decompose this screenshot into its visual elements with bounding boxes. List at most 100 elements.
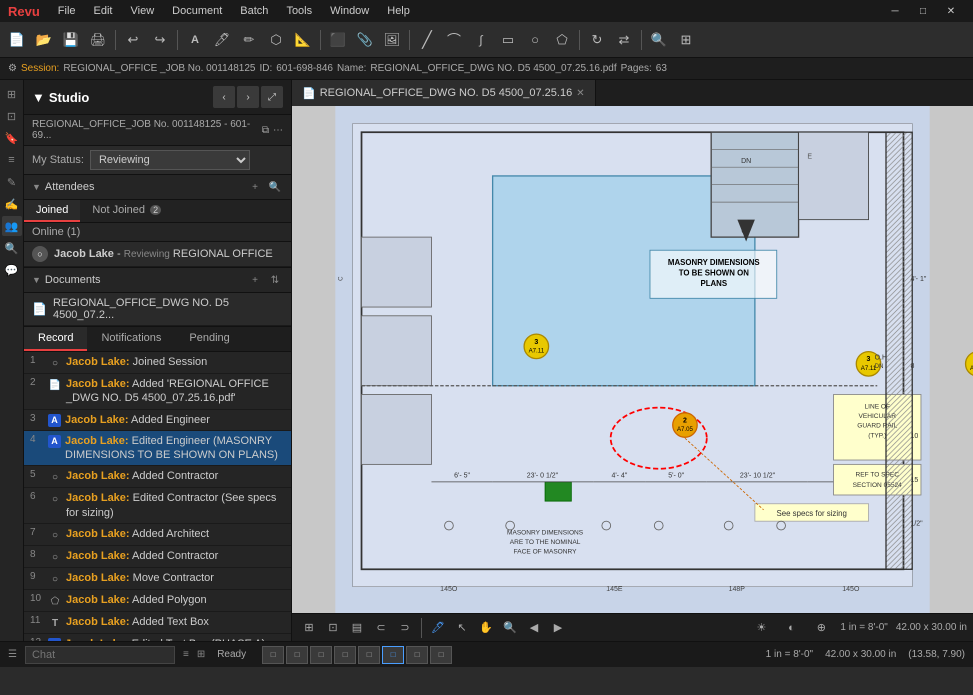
select-tool-btn[interactable]: ↖ <box>451 617 473 639</box>
sidebar-icon-markups[interactable]: ✎ <box>2 172 22 192</box>
close-button[interactable]: ✕ <box>937 0 965 22</box>
chat-filter-icon[interactable]: ⊞ <box>197 649 205 660</box>
attendees-collapse-icon[interactable]: ▼ <box>32 182 41 192</box>
record-item-9[interactable]: 9 ○ Jacob Lake: Move Contractor <box>24 568 291 590</box>
tab-joined[interactable]: Joined <box>24 200 80 222</box>
thumbnail-btn-8[interactable]: □ <box>430 646 452 664</box>
tab-not-joined[interactable]: Not Joined 2 <box>80 200 173 222</box>
record-item-3[interactable]: 3 A Jacob Lake: Added Engineer <box>24 410 291 431</box>
record-tab-record[interactable]: Record <box>24 327 87 351</box>
status-select[interactable]: Reviewing Approved In Progress Complete <box>90 150 250 170</box>
thumbnail-btn-4[interactable]: □ <box>334 646 356 664</box>
menu-help[interactable]: Help <box>379 3 418 19</box>
thumbnail-btn-2[interactable]: □ <box>286 646 308 664</box>
page-nav-prev-spread[interactable]: ⊂ <box>370 617 392 639</box>
undo-button[interactable]: ↩ <box>120 27 146 53</box>
shape-tool[interactable]: ⬡ <box>263 27 289 53</box>
rotate-tool[interactable]: ↻ <box>584 27 610 53</box>
documents-sort-icon[interactable]: ⇅ <box>267 272 283 288</box>
documents-add-icon[interactable]: + <box>247 272 263 288</box>
menu-edit[interactable]: Edit <box>86 3 121 19</box>
record-item-2[interactable]: 2 📄 Jacob Lake: Added 'REGIONAL OFFICE _… <box>24 374 291 410</box>
zoom-tool[interactable]: 🔍 <box>646 27 672 53</box>
page-nav-grid[interactable]: ⊡ <box>322 617 344 639</box>
maximize-button[interactable]: □ <box>909 0 937 22</box>
sidebar-icon-layers[interactable]: ≡ <box>2 150 22 170</box>
record-item-8[interactable]: 8 ○ Jacob Lake: Added Contractor <box>24 546 291 568</box>
record-item-10[interactable]: 10 ⬠ Jacob Lake: Added Polygon <box>24 590 291 612</box>
thumbnail-btn-5[interactable]: □ <box>358 646 380 664</box>
menu-file[interactable]: File <box>50 3 84 19</box>
highlight-tool[interactable]: 🖊 <box>209 27 235 53</box>
new-button[interactable]: 📄 <box>4 27 30 53</box>
sidebar-icon-studio[interactable]: 👥 <box>2 216 22 236</box>
print-button[interactable]: 🖨 <box>85 27 111 53</box>
sidebar-icon-thumbnails[interactable]: ⊡ <box>2 106 22 126</box>
drawing-tab-active[interactable]: 📄 REGIONAL_OFFICE_DWG NO. D5 4500_07.25.… <box>292 80 596 106</box>
sidebar-icon-properties[interactable]: ⊞ <box>2 84 22 104</box>
record-item-4[interactable]: 4 A Jacob Lake: Edited Engineer (MASONRY… <box>24 431 291 467</box>
record-item-7[interactable]: 7 ○ Jacob Lake: Added Architect <box>24 524 291 546</box>
pen-tool[interactable]: ✏ <box>236 27 262 53</box>
drawing-canvas[interactable]: UP DN E <box>292 106 973 613</box>
sidebar-icon-bookmarks[interactable]: 🔖 <box>2 128 22 148</box>
redo-button[interactable]: ↪ <box>147 27 173 53</box>
thumbnail-btn-3[interactable]: □ <box>310 646 332 664</box>
record-tab-pending[interactable]: Pending <box>175 327 243 351</box>
drawing-tab-close[interactable]: ✕ <box>576 88 584 99</box>
menu-document[interactable]: Document <box>164 3 230 19</box>
thumbnail-btn-1[interactable]: □ <box>262 646 284 664</box>
page-nav-first[interactable]: ⊞ <box>298 617 320 639</box>
chat-input[interactable] <box>25 646 175 664</box>
chat-list-icon[interactable]: ≡ <box>183 649 189 660</box>
save-button[interactable]: 💾 <box>58 27 84 53</box>
record-item-5[interactable]: 5 ○ Jacob Lake: Added Contractor <box>24 466 291 488</box>
rect-tool[interactable]: ▭ <box>495 27 521 53</box>
menu-window[interactable]: Window <box>322 3 377 19</box>
calibrate-btn[interactable]: ⊕ <box>810 617 832 639</box>
open-button[interactable]: 📂 <box>31 27 57 53</box>
attach-tool[interactable]: 📎 <box>352 27 378 53</box>
sidebar-icon-signatures[interactable]: ✍ <box>2 194 22 214</box>
flip-tool[interactable]: ⇄ <box>611 27 637 53</box>
page-nav-list[interactable]: ▤ <box>346 617 368 639</box>
image-tool[interactable]: 🖼 <box>379 27 405 53</box>
attendees-search-icon[interactable]: 🔍 <box>267 179 283 195</box>
fit-tool[interactable]: ⊞ <box>673 27 699 53</box>
record-item-12[interactable]: 12 A Jacob Lake: Edited Text Box (PHASE … <box>24 634 291 641</box>
stamp-tool[interactable]: ⬛ <box>325 27 351 53</box>
pan-tool-btn[interactable]: ✋ <box>475 617 497 639</box>
record-item-6[interactable]: 6 ○ Jacob Lake: Edited Contractor (See s… <box>24 488 291 524</box>
polygon-tool[interactable]: ⬠ <box>549 27 575 53</box>
curve-tool[interactable]: ∫ <box>468 27 494 53</box>
studio-nav-back[interactable]: ‹ <box>213 86 235 108</box>
page-forward-btn[interactable]: ▶ <box>547 617 569 639</box>
page-back-btn[interactable]: ◀ <box>523 617 545 639</box>
studio-expand-btn[interactable]: ⤢ <box>261 86 283 108</box>
measure-tool[interactable]: 📐 <box>290 27 316 53</box>
thumbnail-btn-active[interactable]: □ <box>382 646 404 664</box>
session-copy-icon[interactable]: ⧉ <box>262 125 269 136</box>
text-tool[interactable]: A <box>182 27 208 53</box>
document-item[interactable]: 📄 REGIONAL_OFFICE_DWG NO. D5 4500_07.2..… <box>24 293 291 326</box>
menu-view[interactable]: View <box>123 3 163 19</box>
hamburger-icon[interactable]: ☰ <box>8 649 17 660</box>
ellipse-tool[interactable]: ○ <box>522 27 548 53</box>
sidebar-icon-comments[interactable]: 💬 <box>2 260 22 280</box>
markup-mode-btn[interactable]: 🖊 <box>427 617 449 639</box>
zoom-in-btn[interactable]: 🔍 <box>499 617 521 639</box>
studio-nav-forward[interactable]: › <box>237 86 259 108</box>
page-nav-spread[interactable]: ⊃ <box>394 617 416 639</box>
menu-batch[interactable]: Batch <box>232 3 276 19</box>
record-item-1[interactable]: 1 ○ Jacob Lake: Joined Session <box>24 352 291 374</box>
line-tool[interactable]: ╱ <box>414 27 440 53</box>
attendees-add-icon[interactable]: + <box>247 179 263 195</box>
minimize-button[interactable]: ─ <box>881 0 909 22</box>
brightness-btn[interactable]: ◐ <box>780 617 802 639</box>
menu-tools[interactable]: Tools <box>278 3 320 19</box>
documents-collapse-icon[interactable]: ▼ <box>32 275 41 285</box>
sidebar-icon-search[interactable]: 🔍 <box>2 238 22 258</box>
record-item-11[interactable]: 11 T Jacob Lake: Added Text Box <box>24 612 291 634</box>
record-tab-notifications[interactable]: Notifications <box>87 327 175 351</box>
arc-tool[interactable]: ⌒ <box>441 27 467 53</box>
